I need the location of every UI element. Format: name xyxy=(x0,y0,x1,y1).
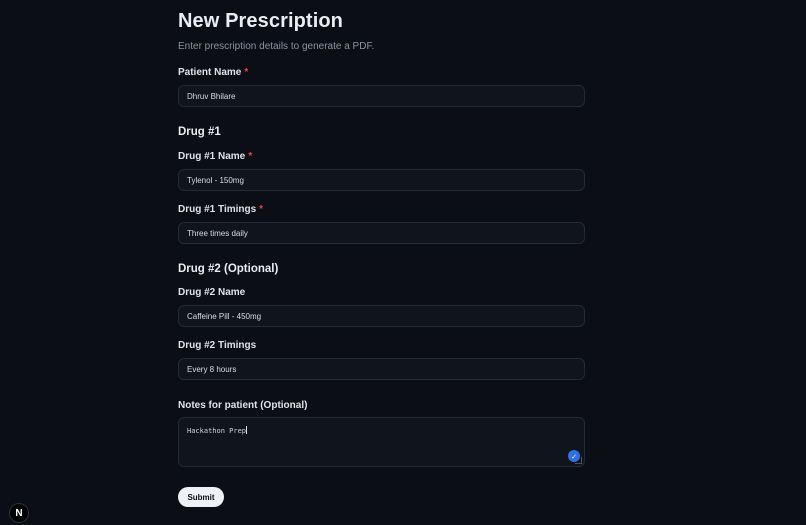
patient-name-label: Patient Name * xyxy=(178,67,248,78)
nextjs-logo-icon: N xyxy=(15,507,23,519)
drug1-name-label-text: Drug #1 Name xyxy=(178,151,246,162)
drug1-name-value: Tylenol - 150mg xyxy=(187,175,244,185)
required-asterisk: * xyxy=(248,151,253,162)
submit-button[interactable]: Submit xyxy=(178,487,224,507)
drug2-timings-value: Every 8 hours xyxy=(187,364,237,374)
prescription-page: New Prescription Enter prescription deta… xyxy=(0,0,806,525)
drug1-timings-label-text: Drug #1 Timings xyxy=(178,204,257,215)
drug1-name-input[interactable]: Tylenol - 150mg xyxy=(178,169,585,191)
page-title: New Prescription xyxy=(178,10,343,32)
drug2-name-value: Caffeine Pill - 450mg xyxy=(187,311,262,321)
patient-name-value: Dhruv Bhilare xyxy=(187,91,236,101)
nextjs-dev-badge[interactable]: N xyxy=(9,503,29,523)
notes-textarea[interactable]: Hackathon Prep ✓ xyxy=(178,417,585,467)
patient-name-label-text: Patient Name xyxy=(178,67,242,78)
drug1-timings-label: Drug #1 Timings * xyxy=(178,204,263,215)
drug2-timings-label: Drug #2 Timings xyxy=(178,340,257,351)
drug2-name-input[interactable]: Caffeine Pill - 450mg xyxy=(178,305,585,327)
notes-value: Hackathon Prep xyxy=(187,427,247,435)
patient-name-input[interactable]: Dhruv Bhilare xyxy=(178,85,585,107)
page-subtitle: Enter prescription details to generate a… xyxy=(178,41,375,52)
drug2-timings-input[interactable]: Every 8 hours xyxy=(178,358,585,380)
drug2-name-label: Drug #2 Name xyxy=(178,287,246,298)
drug1-timings-value: Three times daily xyxy=(187,228,248,238)
drug2-section-title: Drug #2 (Optional) xyxy=(178,263,279,275)
required-asterisk: * xyxy=(244,67,249,78)
required-asterisk: * xyxy=(259,204,264,215)
drug1-name-label: Drug #1 Name * xyxy=(178,151,252,162)
text-caret xyxy=(246,426,248,434)
drug1-timings-input[interactable]: Three times daily xyxy=(178,222,585,244)
drug1-section-title: Drug #1 xyxy=(178,126,221,138)
notes-label: Notes for patient (Optional) xyxy=(178,400,308,411)
resize-handle[interactable] xyxy=(575,457,582,464)
